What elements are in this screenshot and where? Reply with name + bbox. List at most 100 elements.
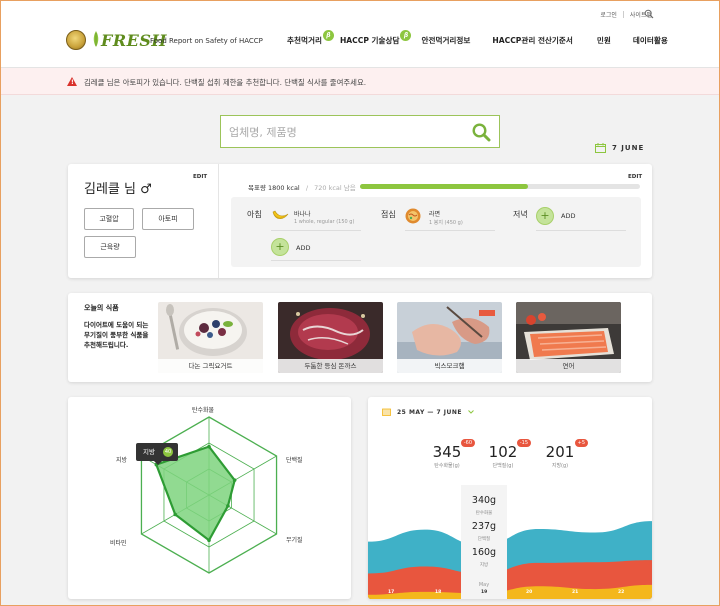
date-text: 7 JUNE xyxy=(612,144,645,152)
axis-label-fat: 지방 xyxy=(116,457,128,464)
nav-item-complaint[interactable]: 민원 xyxy=(597,35,611,46)
x-label: 18 xyxy=(435,590,442,595)
recommend-title: 오늘의 식품 xyxy=(84,304,119,312)
day-carbs: 340g xyxy=(471,495,497,506)
nutrient-radar-card: 탄수화물 단백질 무기질 비타민 지방 지방 40 xyxy=(68,397,351,599)
x-axis-labels: 17 18 19 20 21 22 xyxy=(368,590,652,598)
selected-day-detail[interactable]: 340g 탄수화물 237g 단백질 160g 지방 May xyxy=(461,485,507,599)
lunch-food: 라면 xyxy=(429,211,441,218)
alert-message: 김레클 님은 아토피가 있습니다. 단백질 섭취 제한을 추천합니다. 단백질 … xyxy=(84,78,367,87)
dinner-label: 저녁 xyxy=(513,210,528,219)
main-nav: 추천먹거리 β HACCP 기술상담 β 안전먹거리정보 HACCP관리 전산기… xyxy=(287,30,668,46)
lunch-label: 점심 xyxy=(381,210,396,219)
beta-badge: β xyxy=(322,30,334,41)
goal-label: 목표량 1800 kcal xyxy=(248,184,300,192)
x-label: 22 xyxy=(618,590,625,595)
day-carbs-label: 탄수화물 xyxy=(475,511,493,516)
calendar-icon xyxy=(595,143,606,153)
divider xyxy=(218,164,219,278)
breakfast-label: 아침 xyxy=(247,210,262,219)
add-dinner-button[interactable]: + xyxy=(536,207,554,225)
add-breakfast-label[interactable]: ADD xyxy=(296,244,310,252)
nav-label: HACCP관리 전산기준서 xyxy=(492,36,573,45)
nav-label: 민원 xyxy=(596,36,611,45)
user-name: 김레클 님 ♂ xyxy=(84,182,152,197)
radar-chart xyxy=(140,416,278,574)
food-card-smoked-ham[interactable]: 빅스모크햄 xyxy=(397,302,502,373)
x-label: 20 xyxy=(526,590,533,595)
radar-tooltip: 지방 40 xyxy=(136,443,178,465)
food-card-salmon[interactable]: 연어 xyxy=(516,302,621,373)
date-display[interactable]: 7 JUNE xyxy=(595,143,644,153)
breakfast-detail: 1 whole, regular (150 g) xyxy=(294,219,355,225)
tag-muscle-mass[interactable]: 근육량 xyxy=(84,236,136,258)
x-label-selected: 19 xyxy=(481,590,488,595)
axis-label-carbs: 탄수화물 xyxy=(192,407,215,414)
food-card-pork-cutlet[interactable]: 두툼한 등심 돈까스 xyxy=(278,302,383,373)
underline xyxy=(271,230,361,231)
axis-label-minerals: 무기질 xyxy=(286,537,303,544)
search-input[interactable] xyxy=(229,122,459,142)
breakfast-food: 바나나 xyxy=(294,211,311,218)
radar-point xyxy=(232,478,237,482)
food-name: 다논 그릭요거트 xyxy=(158,359,263,373)
day-fat: 160g xyxy=(471,547,497,558)
nav-label: HACCP 기술상담 xyxy=(339,36,400,45)
underline xyxy=(271,260,361,261)
tag-atopy[interactable]: 아토피 xyxy=(142,208,194,230)
food-name: 두툼한 등심 돈까스 xyxy=(278,359,383,373)
food-card-yogurt[interactable]: 다논 그릭요거트 xyxy=(158,302,263,373)
nav-item-haccp-standard[interactable]: HACCP관리 전산기준서 xyxy=(492,35,573,46)
radar-point xyxy=(207,538,211,543)
x-label: 21 xyxy=(572,590,579,595)
beta-badge: β xyxy=(400,30,412,41)
ramen-icon xyxy=(405,208,421,224)
nav-label: 데이터활용 xyxy=(632,36,668,45)
nav-item-safe-food[interactable]: 안전먹거리정보 xyxy=(421,35,470,46)
site-header: 로그인 사이트맵 FRESH Food Report on Safety of … xyxy=(0,0,720,68)
login-link[interactable]: 로그인 xyxy=(600,10,617,19)
day-fat-label: 지방 xyxy=(479,563,489,568)
axis-label-vitamins: 비타민 xyxy=(110,540,127,547)
day-month: May xyxy=(478,582,490,588)
nav-item-recommend[interactable]: 추천먹거리 β xyxy=(287,30,334,46)
recommend-card: 오늘의 식품 다이어트에 도움이 되는 무기질이 풍부한 식품을 추천해드립니다… xyxy=(68,293,652,382)
leaf-icon xyxy=(93,31,99,47)
day-protein: 237g xyxy=(471,521,497,532)
calorie-goal: 목표량 1800 kcal / 720 kcal 남음 xyxy=(248,182,356,192)
underline xyxy=(536,230,626,231)
food-name: 빅스모크햄 xyxy=(397,359,502,373)
edit-profile-button[interactable]: EDIT xyxy=(193,174,207,180)
area-series xyxy=(368,521,652,599)
recommend-desc: 다이어트에 도움이 되는 무기질이 풍부한 식품을 추천해드립니다. xyxy=(84,321,149,349)
nav-label: 안전먹거리정보 xyxy=(421,36,471,45)
lunch-detail: 1 봉지 (450 g) xyxy=(429,220,463,226)
add-breakfast-button[interactable]: + xyxy=(271,238,289,256)
nav-item-consult[interactable]: HACCP 기술상담 β xyxy=(339,30,412,46)
search-icon[interactable] xyxy=(644,9,654,19)
underline xyxy=(405,230,495,231)
calorie-progress-fill xyxy=(360,184,528,189)
weekly-area-chart xyxy=(368,521,652,599)
search-icon[interactable] xyxy=(471,122,491,142)
logo-subtitle: Food Report on Safety of HACCP xyxy=(150,37,263,45)
banana-icon xyxy=(272,210,289,219)
radar-point xyxy=(226,504,230,508)
edit-meals-button[interactable]: EDIT xyxy=(628,174,642,180)
profile-card: 김레클 님 ♂ EDIT 고혈압 아토피 근육량 목표량 1800 kcal /… xyxy=(68,164,652,278)
x-label: 17 xyxy=(388,590,395,595)
meals-panel: 아침 바나나 1 whole, regular (150 g) 점심 라면 1 … xyxy=(231,197,641,267)
weekly-summary-card: 25 MAY — 7 JUNE 345 탄수화물(g) -60 102 단백질(… xyxy=(368,397,652,599)
remaining-kcal: 720 kcal 남음 xyxy=(314,184,356,192)
calorie-progress xyxy=(360,184,640,189)
add-dinner-label[interactable]: ADD xyxy=(561,212,575,220)
radar-point xyxy=(173,512,178,517)
tag-hypertension[interactable]: 고혈압 xyxy=(84,208,134,230)
goal-separator: / xyxy=(305,184,309,192)
nav-item-data[interactable]: 데이터활용 xyxy=(633,35,668,46)
search-bar xyxy=(220,115,500,148)
util-divider xyxy=(622,11,624,18)
tooltip-value: 40 xyxy=(163,447,173,457)
axis-label-protein: 단백질 xyxy=(286,457,303,464)
logo-emblem[interactable] xyxy=(66,30,86,50)
